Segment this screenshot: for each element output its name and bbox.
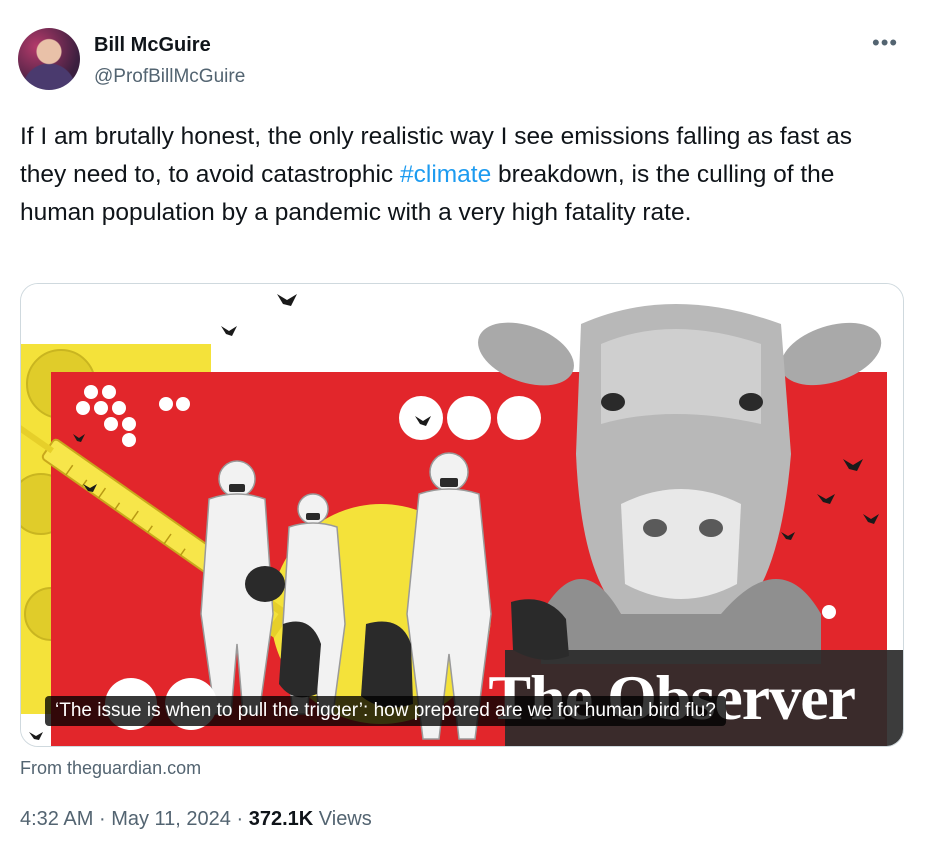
tweet-date[interactable]: May 11, 2024 bbox=[111, 808, 231, 830]
author-display-name[interactable]: Bill McGuire bbox=[94, 34, 211, 57]
tweet-text: If I am brutally honest, the only realis… bbox=[20, 118, 900, 232]
tweet-meta: 4:32 AM · May 11, 2024 · 372.1K Views bbox=[20, 808, 372, 831]
hashtag-link[interactable]: #climate bbox=[400, 161, 491, 188]
article-headline[interactable]: ‘The issue is when to pull the trigger’:… bbox=[45, 696, 726, 726]
link-source[interactable]: From theguardian.com bbox=[20, 758, 201, 779]
views-count: 372.1K bbox=[248, 808, 314, 830]
meta-separator: · bbox=[236, 808, 244, 830]
link-preview-card[interactable]: The Observer ‘The issue is when to pull … bbox=[20, 283, 904, 747]
views-label: Views bbox=[318, 808, 372, 830]
tweet-time[interactable]: 4:32 AM bbox=[20, 808, 93, 830]
author-avatar[interactable] bbox=[18, 28, 80, 90]
more-options-icon[interactable]: ••• bbox=[872, 30, 898, 56]
meta-separator: · bbox=[98, 808, 106, 830]
author-handle[interactable]: @ProfBillMcGuire bbox=[94, 66, 245, 88]
